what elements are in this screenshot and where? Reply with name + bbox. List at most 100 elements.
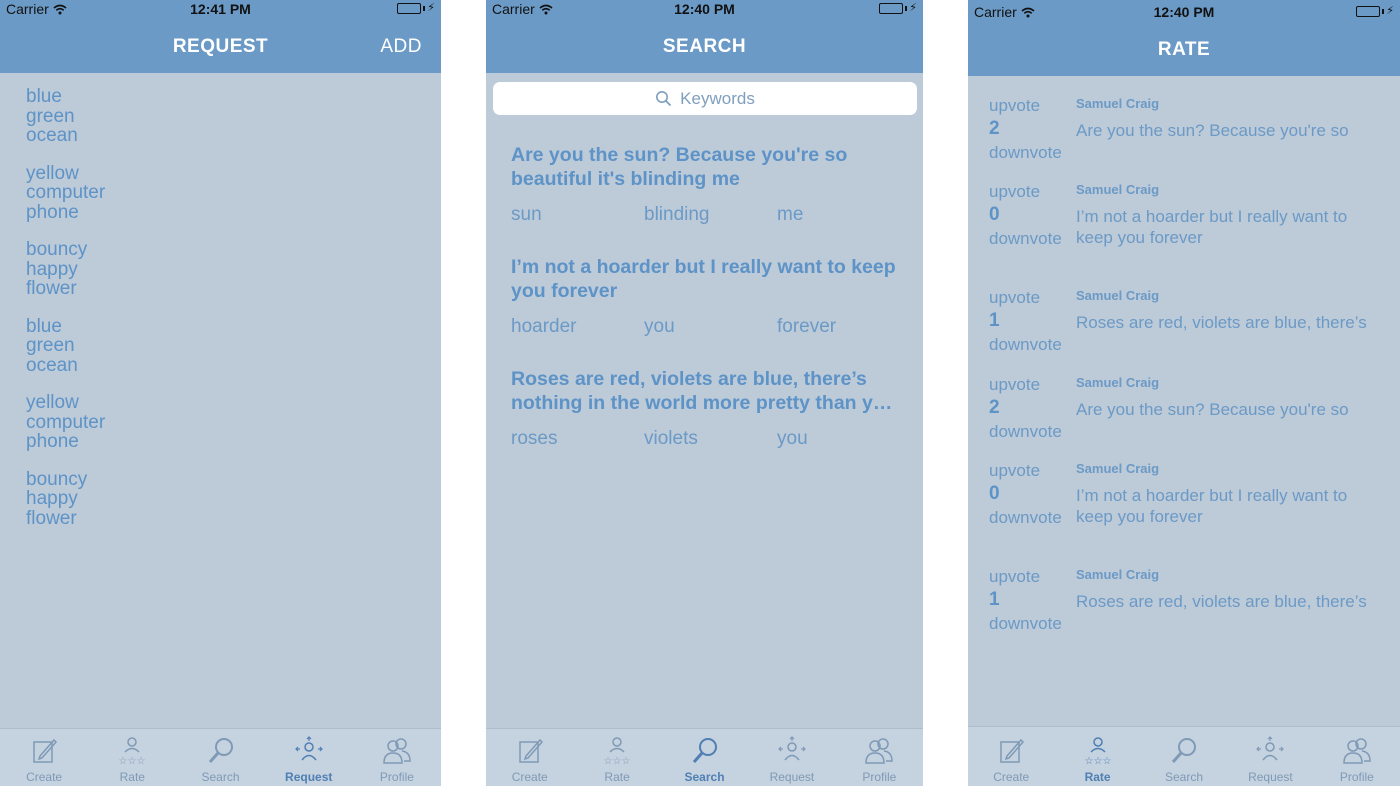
search-screen: SEARCH Carrier 12:40 PM ⚡ Keywords Are y… <box>486 0 923 786</box>
rate-item: upvote 0 downvote Samuel Craig I’m not a hoa… <box>989 461 1390 531</box>
tab-label: Profile <box>1339 770 1374 784</box>
request-item[interactable]: blue green ocean <box>26 316 105 376</box>
request-icon <box>294 736 323 761</box>
upvote-button[interactable]: upvote <box>989 288 1040 308</box>
request-item[interactable]: bouncy happy flower <box>26 240 105 299</box>
rate-item: upvote 1 downvote Samuel Craig Roses are red… <box>989 288 1390 358</box>
request-keyword: yellow <box>26 162 79 184</box>
status-time: 12:40 PM <box>1153 4 1215 20</box>
svg-text:☆☆☆: ☆☆☆ <box>604 756 631 766</box>
author-name: Samuel Craig <box>1076 96 1160 111</box>
tab-create[interactable]: Create <box>486 729 573 786</box>
tab-request[interactable]: Request <box>1227 727 1313 786</box>
search-placeholder: Keywords <box>680 88 755 108</box>
result-keyword: you <box>644 316 675 337</box>
upvote-button[interactable]: upvote <box>989 567 1040 587</box>
tab-request[interactable]: Request <box>265 729 353 786</box>
tab-label: Request <box>285 770 333 784</box>
tab-label: Rate <box>604 770 630 784</box>
request-keyword: green <box>26 335 75 356</box>
tab-label: Search <box>1165 770 1204 784</box>
page-title: SEARCH <box>662 36 747 57</box>
request-item[interactable]: yellow computer phone <box>26 393 105 452</box>
status-bar: Carrier 12:40 PM ⚡ <box>486 0 923 22</box>
svg-text:☆☆☆: ☆☆☆ <box>119 756 146 766</box>
request-screen: REQUEST ADD Carrier 12:41 PM ⚡ blue green… <box>0 0 441 786</box>
request-keyword: computer <box>26 182 106 203</box>
tab-rate[interactable]: ☆☆☆ Rate <box>573 729 660 786</box>
tab-rate[interactable]: ☆☆☆ Rate <box>88 729 176 786</box>
request-keyword: ocean <box>26 125 78 146</box>
rate-item: upvote 2 downvote Samuel Craig Are you the s… <box>989 375 1390 445</box>
request-item[interactable]: yellow computer phone <box>26 162 106 223</box>
upvote-button[interactable]: upvote <box>989 461 1040 481</box>
profile-icon <box>383 738 411 764</box>
request-keyword: bouncy <box>26 239 88 260</box>
result-keyword: hoarder <box>511 316 577 337</box>
add-button[interactable]: ADD <box>380 36 422 58</box>
rate-icon: ☆☆☆ <box>119 737 146 766</box>
downvote-button[interactable]: downvote <box>989 335 1062 355</box>
result-quote: I’m not a hoarder but I really want to k… <box>511 256 896 302</box>
tab-label: Request <box>769 770 815 784</box>
request-item[interactable]: bouncy happy flower <box>26 469 105 529</box>
tab-create[interactable]: Create <box>0 729 88 786</box>
search-input[interactable]: Keywords <box>493 82 917 115</box>
downvote-button[interactable]: downvote <box>989 422 1062 442</box>
pickup-line-text: Roses are red, violets are blue, there’s <box>1076 313 1367 332</box>
tab-request[interactable]: Request <box>748 729 835 786</box>
create-icon <box>518 738 543 763</box>
result-quote: Are you the sun? Because you're so beaut… <box>511 144 848 190</box>
tab-search[interactable]: Search <box>1141 727 1227 786</box>
author-name: Samuel Craig <box>1076 461 1160 476</box>
tab-label: Create <box>511 770 548 784</box>
request-keyword: yellow <box>26 392 79 413</box>
request-keyword: flower <box>26 507 77 529</box>
downvote-button[interactable]: downvote <box>989 143 1062 163</box>
tab-create[interactable]: Create <box>968 727 1054 786</box>
downvote-button[interactable]: downvote <box>989 508 1062 528</box>
tab-label: Rate <box>119 770 145 784</box>
downvote-button[interactable]: downvote <box>989 229 1062 249</box>
create-icon <box>1000 738 1025 763</box>
upvote-button[interactable]: upvote <box>989 375 1040 395</box>
tab-profile[interactable]: Profile <box>353 729 441 786</box>
search-result[interactable]: I’m not a hoarder but I really want to k… <box>511 255 903 340</box>
tab-label: Profile <box>379 770 414 784</box>
result-keyword: sun <box>511 204 542 225</box>
request-keyword: flower <box>26 278 77 299</box>
request-item[interactable]: blue green ocean <box>26 87 105 146</box>
create-icon <box>33 738 58 763</box>
request-keyword: computer <box>26 411 106 433</box>
pickup-line-text: Are you the sun? Because you're so <box>1076 121 1349 140</box>
tab-bar: Create ☆☆☆ Rate Search Request Profile <box>968 726 1400 786</box>
author-name: Samuel Craig <box>1076 288 1160 303</box>
rate-icon: ☆☆☆ <box>604 737 631 766</box>
vote-count: 0 <box>989 204 1000 225</box>
downvote-button[interactable]: downvote <box>989 614 1062 634</box>
tab-search[interactable]: Search <box>661 729 748 786</box>
result-quote: Roses are red, violets are blue, there’s… <box>511 368 893 414</box>
tab-rate[interactable]: ☆☆☆ Rate <box>1054 727 1140 786</box>
search-result[interactable]: Roses are red, violets are blue, there’s… <box>511 367 903 452</box>
request-icon <box>778 736 806 761</box>
request-list: blue green ocean yellow computer phone bouncy h… <box>26 87 105 546</box>
tab-search[interactable]: Search <box>176 729 264 786</box>
rate-screen: RATE Carrier 12:40 PM ⚡ upvote 2 downvote S… <box>968 0 1400 786</box>
tab-profile[interactable]: Profile <box>836 729 923 786</box>
request-keyword: green <box>26 105 75 127</box>
vote-count: 1 <box>989 589 1000 610</box>
search-result[interactable]: Are you the sun? Because you're so beaut… <box>511 143 903 228</box>
tab-label: Create <box>993 770 1030 784</box>
result-keyword: roses <box>511 428 558 449</box>
tab-bar: Create ☆☆☆ Rate Search Request Profile <box>486 728 923 786</box>
tab-label: Request <box>1248 770 1293 784</box>
upvote-button[interactable]: upvote <box>989 182 1040 202</box>
status-time: 12:41 PM <box>190 1 251 17</box>
tab-profile[interactable]: Profile <box>1314 727 1400 786</box>
battery-icon: ⚡ <box>397 3 435 14</box>
tab-label: Search <box>684 770 725 784</box>
search-icon <box>1171 738 1197 763</box>
request-keyword: happy <box>26 488 78 509</box>
upvote-button[interactable]: upvote <box>989 96 1040 116</box>
